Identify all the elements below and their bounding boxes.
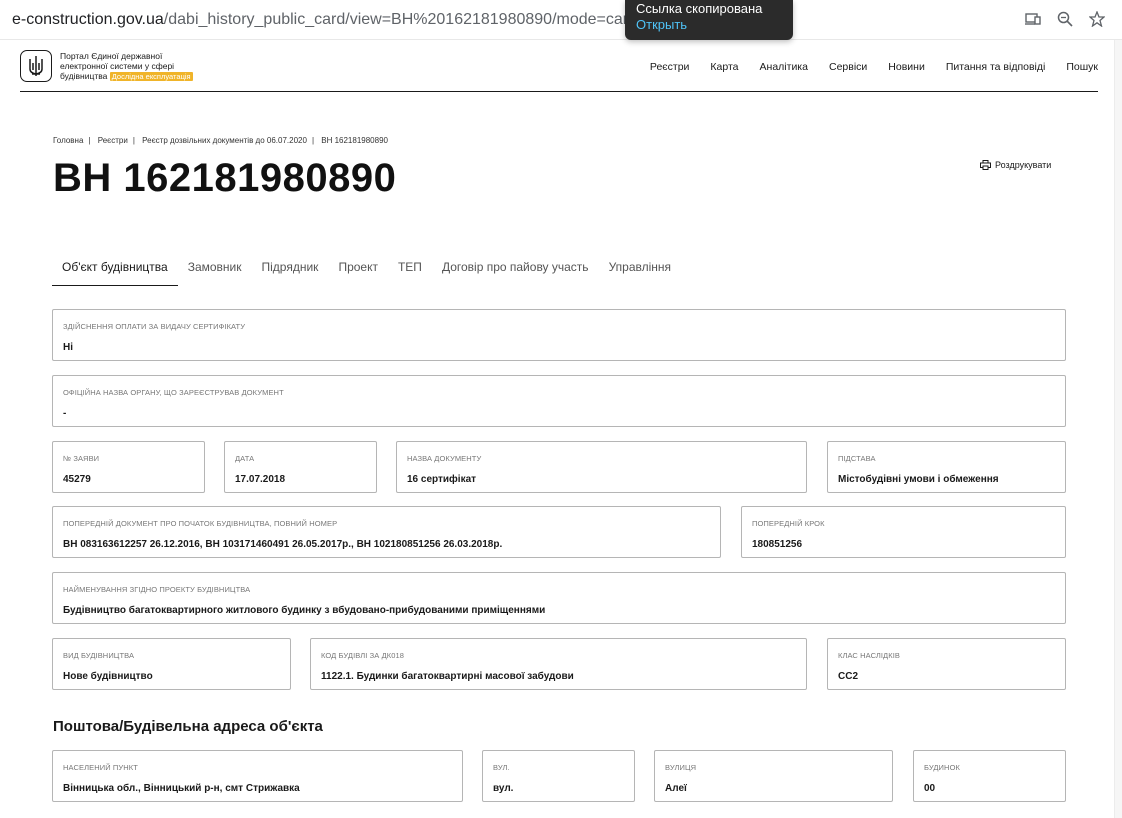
field-street: Вулиця Алеї	[654, 750, 893, 802]
print-button[interactable]: Роздрукувати	[980, 160, 1051, 170]
field-value: Будівництво багатоквартирного житлового …	[63, 605, 546, 616]
address-section-heading: Поштова/Будівельна адреса об'єкта	[53, 718, 323, 735]
field-building-code: Код будівлі за ДК018 1122.1. Будинки баг…	[310, 638, 807, 690]
field-label: Вулиця	[665, 763, 697, 772]
field-previous-step: Попередній крок 180851256	[741, 506, 1066, 558]
nav-map[interactable]: Карта	[710, 61, 738, 73]
field-label: Здійснення оплати за видачу сертифікату	[63, 322, 246, 331]
field-value: СС2	[838, 671, 859, 682]
field-construction-type: Вид будівництва Нове будівництво	[52, 638, 291, 690]
field-label: Клас наслідків	[838, 651, 900, 660]
nav-search[interactable]: Пошук	[1066, 61, 1098, 73]
site-header: Портал Єдиної державної електронної сист…	[20, 48, 1098, 92]
field-value: 16 сертифікат	[407, 474, 477, 485]
trident-logo-icon[interactable]	[20, 50, 52, 82]
zoom-icon[interactable]	[1056, 10, 1074, 28]
nav-registries[interactable]: Реєстри	[650, 61, 690, 73]
tabs: Об'єкт будівництва Замовник Підрядник Пр…	[52, 252, 681, 286]
portal-name[interactable]: Портал Єдиної державної електронної сист…	[60, 51, 230, 82]
field-settlement: Населений пункт Вінницька обл., Вінницьк…	[52, 750, 463, 802]
copy-toast: Ссылка скопирована Открыть	[625, 0, 793, 40]
portal-line-2: електронної системи у сфері	[60, 61, 175, 71]
print-label: Роздрукувати	[995, 160, 1052, 170]
field-label: Код будівлі за ДК018	[321, 651, 405, 660]
install-app-icon[interactable]	[1024, 10, 1042, 28]
field-value: ВН 083163612257 26.12.2016, ВН 103171460…	[63, 539, 503, 550]
field-label: Найменування згідно проекту будівництва	[63, 585, 251, 594]
nav-services[interactable]: Сервіси	[829, 61, 867, 73]
browser-address-bar: e-construction.gov.ua/dabi_history_publi…	[0, 0, 1122, 40]
url-path: /dabi_history_public_card/view=ВН%201621…	[163, 11, 638, 28]
toast-open-link[interactable]: Открыть	[636, 16, 782, 34]
breadcrumb-registry[interactable]: Реєстр дозвільних документів до 06.07.20…	[142, 136, 307, 145]
url-field[interactable]: e-construction.gov.ua/dabi_history_publi…	[12, 11, 637, 29]
beta-badge: Дослідна експлуатація	[109, 72, 193, 81]
field-date: Дата 17.07.2018	[224, 441, 377, 493]
field-value: 180851256	[752, 539, 803, 550]
main-nav: Реєстри Карта Аналітика Сервіси Новини П…	[650, 61, 1098, 73]
bookmark-star-icon[interactable]	[1088, 10, 1106, 28]
field-basis: Підстава Містобудівні умови і обмеження	[827, 441, 1066, 493]
field-label: Підстава	[838, 454, 876, 463]
printer-icon	[980, 160, 991, 170]
toast-title: Ссылка скопирована	[636, 1, 763, 16]
field-label: вул.	[493, 763, 510, 772]
field-building-number: Будинок 00	[913, 750, 1066, 802]
field-value: -	[63, 408, 67, 419]
field-authority: Офіційна назва органу, що зареєстрував д…	[52, 375, 1066, 427]
browser-actions	[1024, 10, 1106, 28]
field-value: Містобудівні умови і обмеження	[838, 474, 999, 485]
nav-faq[interactable]: Питання та відповіді	[946, 61, 1046, 73]
field-label: Попередній крок	[752, 519, 825, 528]
tab-project[interactable]: Проект	[328, 252, 388, 286]
field-label: Назва документу	[407, 454, 482, 463]
field-value: 1122.1. Будинки багатоквартирні масової …	[321, 671, 574, 682]
breadcrumb-home[interactable]: Головна	[53, 136, 83, 145]
field-value: Нове будівництво	[63, 671, 153, 682]
field-document-name: Назва документу 16 сертифікат	[396, 441, 807, 493]
field-label: Вид будівництва	[63, 651, 135, 660]
portal-line-1: Портал Єдиної державної	[60, 51, 163, 61]
nav-news[interactable]: Новини	[888, 61, 925, 73]
tab-tep[interactable]: ТЕП	[388, 252, 432, 286]
field-value: Вінницька обл., Вінницький р-н, смт Стри…	[63, 783, 300, 794]
tab-contractor[interactable]: Підрядник	[252, 252, 329, 286]
portal-line-3: будівництва	[60, 71, 108, 81]
field-label: Дата	[235, 454, 255, 463]
field-application-number: № заяви 45279	[52, 441, 205, 493]
breadcrumb: Головна | Реєстри | Реєстр дозвільних доку…	[53, 136, 388, 145]
field-street-type: вул. вул.	[482, 750, 635, 802]
breadcrumb-current: ВН 162181980890	[321, 136, 388, 145]
field-value: 45279	[63, 474, 91, 485]
field-label: Будинок	[924, 763, 960, 772]
field-label: Офіційна назва органу, що зареєстрував д…	[63, 388, 284, 397]
field-label: Населений пункт	[63, 763, 138, 772]
field-payment: Здійснення оплати за видачу сертифікату …	[52, 309, 1066, 361]
field-value: вул.	[493, 783, 514, 794]
tab-share-agreement[interactable]: Договір про пайову участь	[432, 252, 599, 286]
page-title: ВН 162181980890	[53, 156, 397, 200]
tab-construction-object[interactable]: Об'єкт будівництва	[52, 252, 178, 286]
field-value: 17.07.2018	[235, 474, 286, 485]
url-host: e-construction.gov.ua	[12, 11, 164, 28]
scrollbar[interactable]	[1114, 40, 1122, 818]
field-value: 00	[924, 783, 936, 794]
nav-analytics[interactable]: Аналітика	[760, 61, 808, 73]
field-label: Попередній документ про початок будівниц…	[63, 519, 338, 528]
field-value: Ні	[63, 342, 73, 353]
field-project-name: Найменування згідно проекту будівництва …	[52, 572, 1066, 624]
field-consequence-class: Клас наслідків СС2	[827, 638, 1066, 690]
tab-customer[interactable]: Замовник	[178, 252, 252, 286]
field-previous-document: Попередній документ про початок будівниц…	[52, 506, 721, 558]
field-value: Алеї	[665, 783, 687, 794]
tab-management[interactable]: Управління	[599, 252, 681, 286]
breadcrumb-registries[interactable]: Реєстри	[98, 136, 128, 145]
field-label: № заяви	[63, 454, 100, 463]
